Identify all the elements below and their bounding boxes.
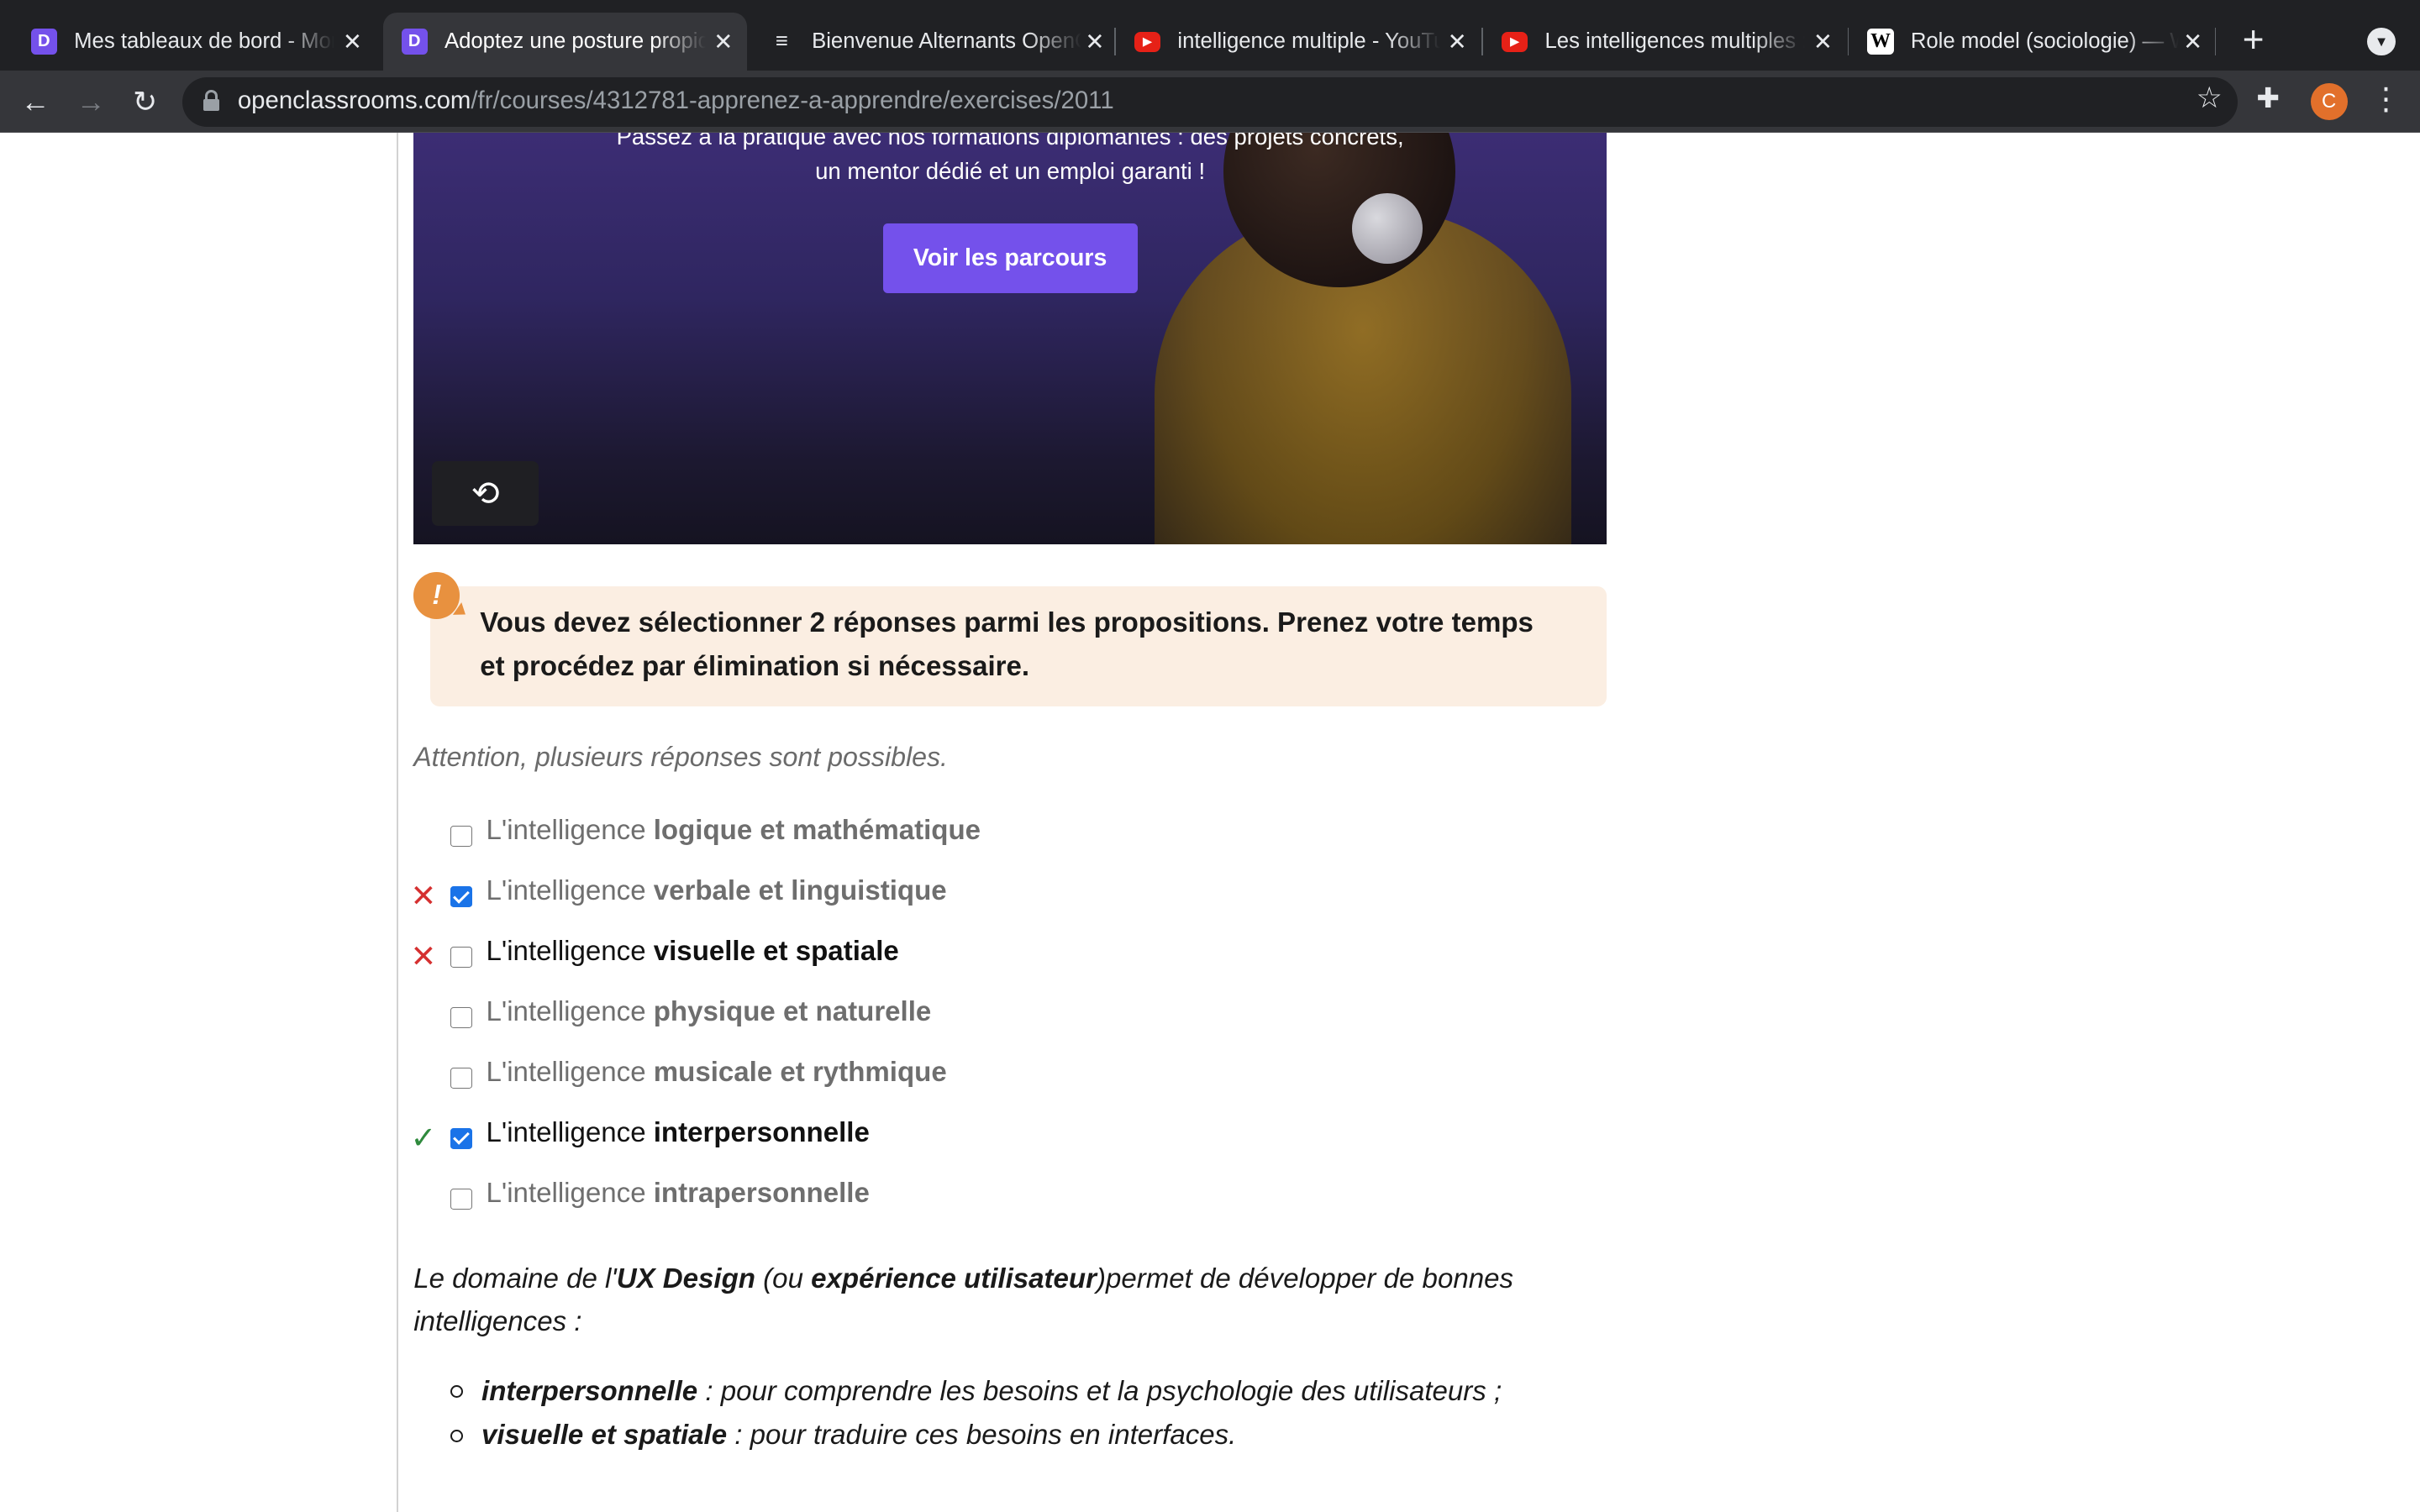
- lock-icon[interactable]: [203, 89, 219, 112]
- see-courses-button[interactable]: Voir les parcours: [882, 223, 1138, 293]
- list-item: interpersonnelle : pour comprendre les b…: [448, 1370, 1621, 1414]
- answer-checkbox[interactable]: [450, 1006, 472, 1029]
- tab-title: Mes tableaux de bord - Mon: [74, 29, 335, 54]
- back-icon[interactable]: ←: [14, 81, 57, 123]
- answer-label[interactable]: L'intelligence interpersonnelle: [487, 1117, 870, 1149]
- close-icon[interactable]: ✕: [1805, 29, 1842, 55]
- alert-text: Vous devez sélectionner 2 réponses parmi…: [480, 607, 1534, 682]
- tab-strip: D Mes tableaux de bord - Mon ✕ D Adoptez…: [0, 0, 2420, 71]
- new-tab-button[interactable]: +: [2232, 18, 2275, 61]
- tab-0[interactable]: D Mes tableaux de bord - Mon ✕: [13, 13, 376, 71]
- forward-icon[interactable]: →: [70, 81, 113, 123]
- answer-checkbox[interactable]: [450, 1188, 472, 1210]
- answer-label[interactable]: L'intelligence intrapersonnelle: [487, 1178, 870, 1210]
- answer-checkbox[interactable]: [450, 825, 472, 848]
- promo-line-1: Passez à la pratique avec nos formations…: [616, 132, 1404, 150]
- tab-title: Les intelligences multiples :: [1544, 29, 1805, 54]
- wikipedia-icon: W: [1867, 28, 1894, 55]
- tab-title: Adoptez une posture propice: [444, 29, 706, 54]
- tab-title: Role model (sociologie) — Wikipédia: [1910, 29, 2179, 54]
- answer-label[interactable]: L'intelligence visuelle et spatiale: [487, 936, 899, 968]
- close-icon[interactable]: ✕: [1081, 29, 1108, 55]
- answer-option[interactable]: ✓ L'intelligence interpersonnelle: [408, 1112, 1612, 1173]
- tab-5[interactable]: W Role model (sociologie) — Wikipédia ✕: [1849, 13, 2212, 71]
- correct-icon: ✓: [410, 1121, 437, 1156]
- extensions-icon[interactable]: ✚: [2256, 81, 2280, 115]
- incorrect-icon: ✕: [410, 939, 437, 974]
- tab-title: intelligence multiple - YouTube: [1177, 29, 1441, 54]
- answer-label[interactable]: L'intelligence musicale et rythmique: [487, 1057, 947, 1089]
- incorrect-icon: ✕: [410, 879, 437, 914]
- alert-icon: !: [413, 572, 460, 619]
- answer-option[interactable]: ✕ L'intelligence visuelle et spatiale: [408, 931, 1612, 991]
- answer-label[interactable]: L'intelligence verbale et linguistique: [487, 875, 947, 907]
- answer-label[interactable]: L'intelligence physique et naturelle: [487, 996, 932, 1028]
- reload-icon[interactable]: ↻: [124, 81, 166, 123]
- list-item: visuelle et spatiale : pour traduire ces…: [448, 1414, 1621, 1457]
- answer-option[interactable]: L'intelligence musicale et rythmique: [408, 1052, 1612, 1112]
- tab-4[interactable]: ▶ Les intelligences multiples : ✕: [1483, 13, 1847, 71]
- tab-search-button[interactable]: ▼: [2367, 28, 2396, 56]
- youtube-icon: ▶: [1134, 31, 1161, 52]
- tab-title: Bienvenue Alternants OpenClassrooms: [812, 29, 1081, 54]
- filter-icon: ≡: [775, 29, 788, 54]
- tab-3[interactable]: ▶ intelligence multiple - YouTube ✕: [1116, 13, 1480, 71]
- promo-banner: Passez à la pratique avec nos formations…: [413, 132, 1607, 545]
- tab-2[interactable]: ≡ Bienvenue Alternants OpenClassrooms ✕: [750, 13, 1114, 71]
- tab-1[interactable]: D Adoptez une posture propice ✕: [382, 12, 747, 71]
- answer-checkbox[interactable]: [450, 1067, 472, 1089]
- answer-label[interactable]: L'intelligence logique et mathématique: [487, 815, 981, 847]
- promo-photo: [1139, 132, 1602, 545]
- explanation-text: Le domaine de l'UX Design (ou expérience…: [413, 1263, 1513, 1338]
- page-content: Passez à la pratique avec nos formations…: [0, 132, 2420, 1512]
- answer-option[interactable]: ✕ L'intelligence verbale et linguistique: [408, 870, 1612, 931]
- answer-options: L'intelligence logique et mathématique ✕ L…: [408, 810, 1612, 1233]
- close-icon[interactable]: ✕: [1440, 29, 1474, 55]
- openclassrooms-icon: D: [30, 28, 57, 55]
- url-text[interactable]: openclassrooms.com/fr/courses/4312781-ap…: [238, 87, 1114, 115]
- answer-checkbox[interactable]: [450, 1127, 472, 1150]
- browser-toolbar: ← → ↻ openclassrooms.com/fr/courses/4312…: [0, 71, 2420, 133]
- youtube-icon: ▶: [1502, 31, 1528, 52]
- answer-option[interactable]: L'intelligence physique et naturelle: [408, 991, 1612, 1052]
- close-icon[interactable]: ✕: [2179, 29, 2207, 55]
- quiz-hint: Attention, plusieurs réponses sont possi…: [413, 742, 948, 773]
- menu-icon[interactable]: ⋮: [2370, 81, 2402, 117]
- answer-option[interactable]: L'intelligence logique et mathématique: [408, 810, 1612, 870]
- promo-line-2: un mentor dédié et un emploi garanti !: [815, 157, 1206, 184]
- address-bar[interactable]: openclassrooms.com/fr/courses/4312781-ap…: [182, 76, 2238, 127]
- answer-checkbox[interactable]: [450, 885, 472, 908]
- replay-icon[interactable]: ⟲: [432, 461, 539, 527]
- openclassrooms-icon: D: [401, 28, 428, 55]
- close-icon[interactable]: ✕: [334, 29, 371, 55]
- answer-checkbox[interactable]: [450, 946, 472, 969]
- bookmark-star-icon[interactable]: ☆: [2196, 81, 2223, 115]
- close-icon[interactable]: ✕: [706, 29, 741, 55]
- content-divider: [397, 132, 398, 1512]
- profile-avatar[interactable]: C: [2310, 83, 2348, 121]
- explanation-list: interpersonnelle : pour comprendre les b…: [448, 1370, 1621, 1458]
- answer-option[interactable]: L'intelligence intrapersonnelle: [408, 1173, 1612, 1233]
